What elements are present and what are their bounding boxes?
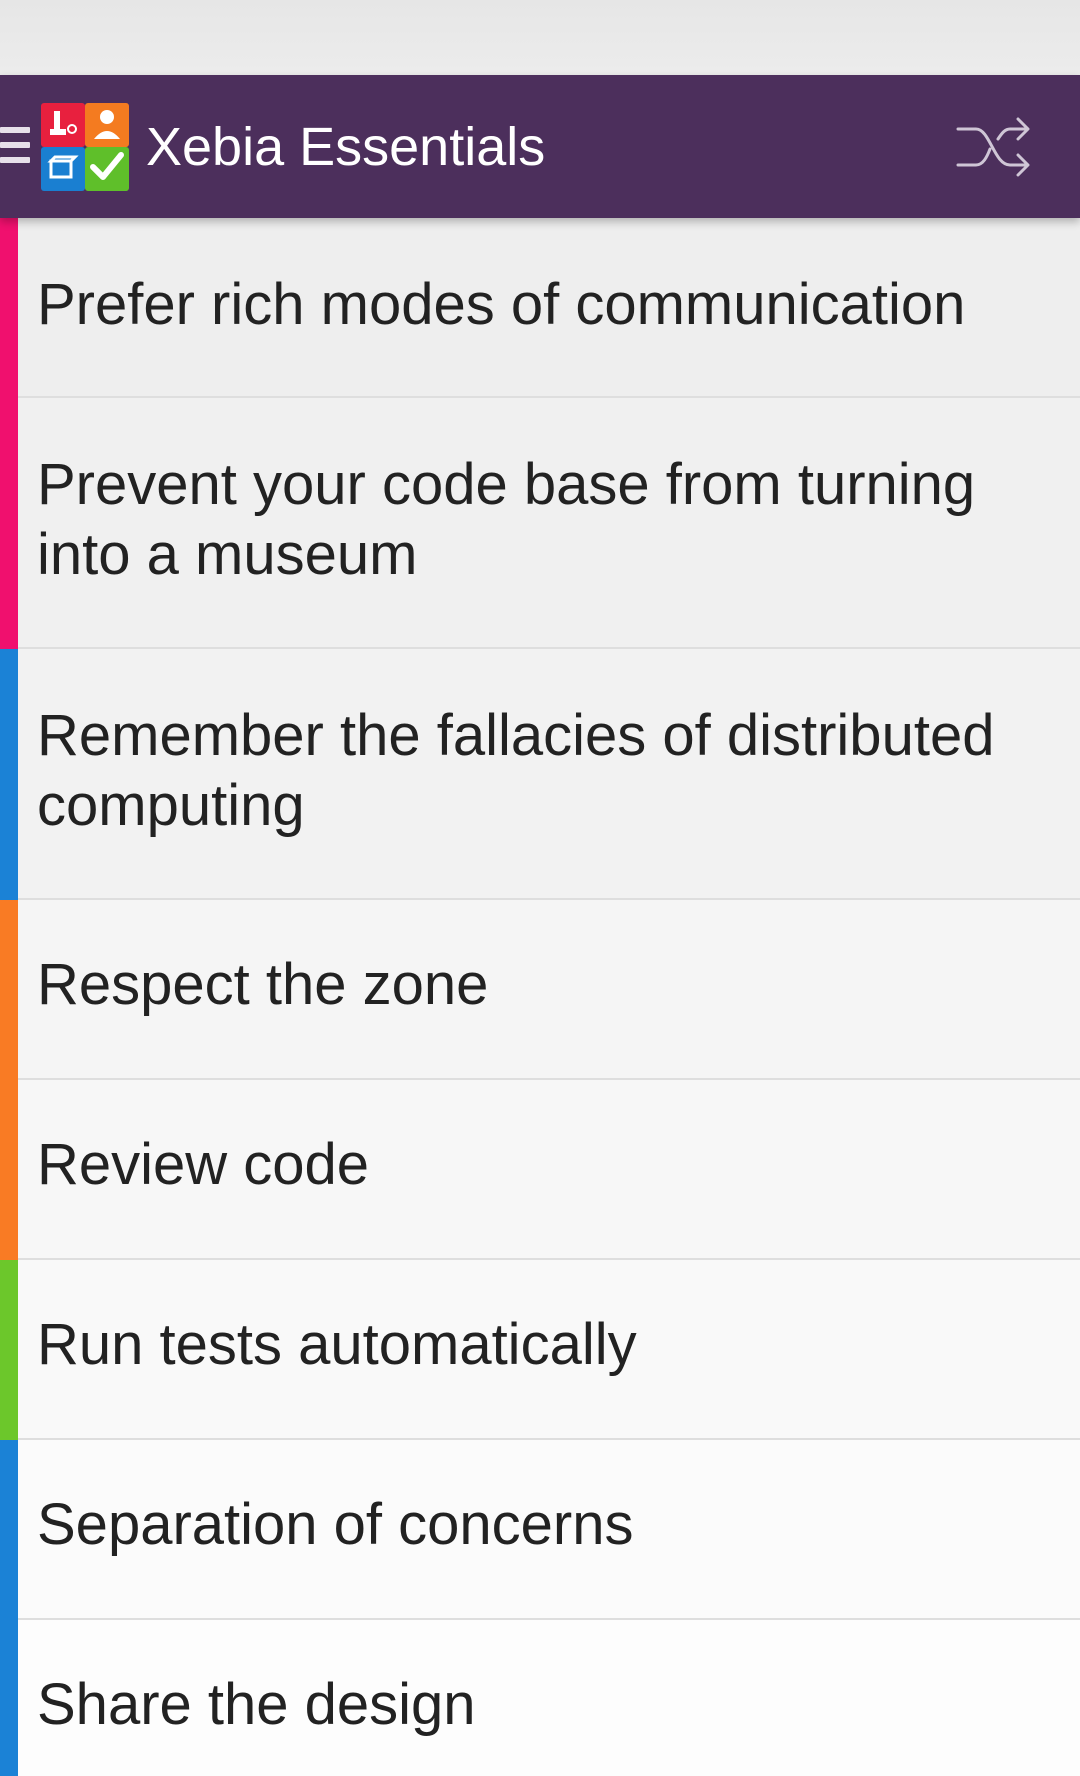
list-item[interactable]: Share the design [0, 1620, 1080, 1776]
category-stripe [0, 1620, 18, 1776]
list-item[interactable]: Prevent your code base from turning into… [0, 398, 1080, 649]
category-stripe [0, 218, 18, 398]
list-item-label: Separation of concerns [37, 1492, 634, 1557]
list-item[interactable]: Run tests automatically [0, 1260, 1080, 1440]
app-logo[interactable] [41, 103, 129, 191]
list-item[interactable]: Remember the fallacies of distributed co… [0, 649, 1080, 900]
list-item[interactable]: Review code [0, 1080, 1080, 1260]
list-item[interactable]: Prefer rich modes of communication [0, 218, 1080, 398]
app-bar: Xebia Essentials [0, 75, 1080, 218]
category-stripe [0, 1260, 18, 1440]
category-stripe [0, 900, 18, 1080]
app-title: Xebia Essentials [146, 117, 546, 177]
shuffle-icon[interactable] [956, 111, 1034, 183]
list-item-label: Remember the fallacies of distributed co… [37, 703, 995, 838]
essentials-list[interactable]: Prefer rich modes of communication Preve… [0, 218, 1080, 1776]
logo-quadrant-blue [41, 147, 85, 191]
logo-quadrant-red [41, 103, 85, 147]
list-item[interactable]: Respect the zone [0, 900, 1080, 1080]
category-stripe [0, 398, 18, 649]
list-item-label: Run tests automatically [37, 1312, 637, 1377]
category-stripe [0, 1440, 18, 1620]
list-item-label: Prevent your code base from turning into… [37, 452, 976, 587]
list-item-label: Share the design [37, 1672, 476, 1737]
list-item-label: Respect the zone [37, 952, 489, 1017]
list-item-label: Review code [37, 1132, 370, 1197]
logo-quadrant-orange [85, 103, 129, 147]
category-stripe [0, 649, 18, 900]
hamburger-icon[interactable] [0, 127, 30, 167]
list-item[interactable]: Separation of concerns [0, 1440, 1080, 1620]
category-stripe [0, 1080, 18, 1260]
status-bar [0, 0, 1080, 75]
list-item-label: Prefer rich modes of communication [37, 272, 966, 337]
